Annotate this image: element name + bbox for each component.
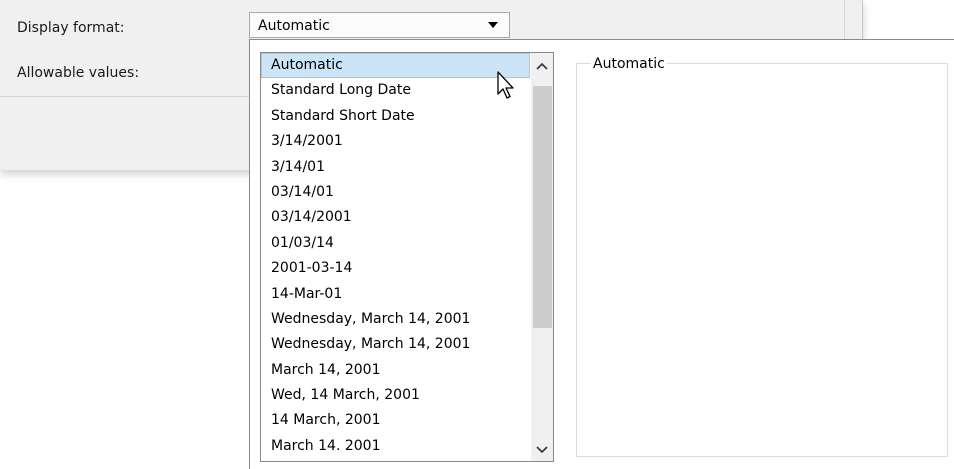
format-option[interactable]: 01/03/14 xyxy=(261,231,530,256)
format-option[interactable]: Wednesday, March 14, 2001 xyxy=(261,332,530,357)
format-option[interactable]: 3/14/2001 xyxy=(261,129,530,154)
chevron-up-icon[interactable] xyxy=(531,57,553,77)
format-list[interactable]: Automatic Standard Long Date Standard Shor… xyxy=(260,52,554,462)
format-list-items: Automatic Standard Long Date Standard Shor… xyxy=(261,53,530,459)
format-option[interactable]: Standard Short Date xyxy=(261,104,530,129)
format-option[interactable]: Wed, 14 March, 2001 xyxy=(261,383,530,408)
format-option[interactable]: 03/14/2001 xyxy=(261,205,530,230)
scrollbar-thumb[interactable] xyxy=(533,86,552,328)
preview-title: Automatic xyxy=(591,56,667,72)
format-option[interactable]: 2001-03-14 xyxy=(261,256,530,281)
format-option[interactable]: Wednesday, March 14, 2001 xyxy=(261,307,530,332)
app-root: Display format: Allowable values: Automa… xyxy=(0,0,954,469)
format-option[interactable]: Standard Long Date xyxy=(261,78,530,103)
format-option[interactable]: 03/14/01 xyxy=(261,180,530,205)
format-option[interactable]: 3/14/01 xyxy=(261,155,530,180)
format-option[interactable]: March 14, 2001 xyxy=(261,358,530,383)
format-option[interactable]: March 14. 2001 xyxy=(261,434,530,459)
format-option[interactable]: Automatic xyxy=(261,53,530,79)
list-scrollbar[interactable] xyxy=(531,53,553,461)
format-dropdown-popup: Automatic Standard Long Date Standard Shor… xyxy=(249,39,954,469)
mouse-cursor-icon xyxy=(496,70,518,102)
divider xyxy=(0,96,249,97)
chevron-down-icon[interactable] xyxy=(531,441,553,461)
combobox-value: Automatic xyxy=(258,18,330,34)
format-option[interactable]: 14 March, 2001 xyxy=(261,408,530,433)
display-format-combobox[interactable]: Automatic xyxy=(249,12,510,38)
format-option[interactable]: 14-Mar-01 xyxy=(261,282,530,307)
display-format-label: Display format: xyxy=(17,20,125,36)
preview-groupbox xyxy=(576,63,948,457)
chevron-down-icon[interactable] xyxy=(488,22,498,28)
divider xyxy=(844,0,845,40)
allowable-values-label: Allowable values: xyxy=(17,65,140,81)
